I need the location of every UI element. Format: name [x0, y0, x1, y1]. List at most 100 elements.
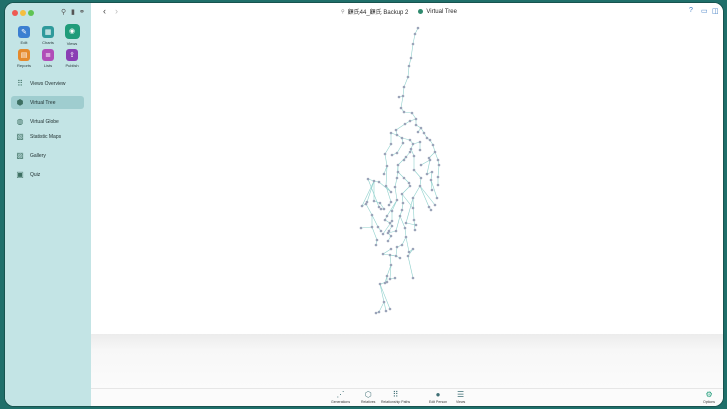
person-node[interactable] [408, 119, 412, 123]
person-node[interactable] [436, 158, 440, 162]
person-node[interactable] [411, 142, 415, 146]
charts-button[interactable]: ▦ Charts [36, 26, 60, 45]
person-node[interactable] [400, 208, 404, 212]
person-node[interactable] [414, 117, 418, 121]
relatives-button[interactable]: ⬡ Relatives [361, 390, 375, 404]
person-node[interactable] [407, 64, 411, 68]
person-node[interactable] [422, 131, 426, 135]
person-node[interactable] [377, 205, 381, 209]
sidebar-item-virtual-globe[interactable]: ◍ Virtual Globe [11, 115, 84, 128]
sidebar-item-quiz[interactable]: ▣ Quiz [11, 168, 84, 181]
person-node[interactable] [389, 263, 393, 267]
person-node[interactable] [398, 214, 402, 218]
person-node[interactable] [374, 243, 378, 247]
person-node[interactable] [382, 207, 386, 211]
person-node[interactable] [372, 199, 376, 203]
generations-button[interactable]: ⋰ Generations [331, 390, 350, 404]
person-node[interactable] [389, 200, 393, 204]
person-node[interactable] [377, 310, 381, 314]
person-node[interactable] [428, 138, 432, 142]
person-node[interactable] [433, 150, 437, 154]
person-node[interactable] [418, 148, 422, 152]
person-node[interactable] [430, 188, 434, 192]
sidebar-item-views-overview[interactable]: ⠿ Views Overview [11, 77, 84, 90]
person-node[interactable] [389, 247, 393, 251]
person-node[interactable] [393, 276, 397, 280]
person-node[interactable] [395, 198, 399, 202]
person-node[interactable] [395, 133, 399, 137]
person-node[interactable] [406, 254, 410, 258]
person-node[interactable] [414, 223, 418, 227]
person-node[interactable] [425, 136, 429, 140]
views-button[interactable]: ◉ Views [60, 24, 84, 46]
person-node[interactable] [411, 196, 415, 200]
person-node[interactable] [402, 158, 406, 162]
person-node[interactable] [381, 252, 385, 256]
person-node[interactable] [387, 203, 391, 207]
person-node[interactable] [395, 176, 399, 180]
person-node[interactable] [381, 232, 385, 236]
person-node[interactable] [360, 204, 364, 208]
person-node[interactable] [379, 229, 383, 233]
person-node[interactable] [411, 247, 415, 251]
person-node[interactable] [389, 142, 393, 146]
person-node[interactable] [407, 181, 411, 185]
tag-icon[interactable]: ⚲ [61, 9, 66, 17]
person-node[interactable] [399, 106, 403, 110]
person-node[interactable] [412, 168, 416, 172]
person-node[interactable] [393, 185, 397, 189]
inspector-toggle-icon[interactable]: ◫ [712, 7, 719, 15]
person-node[interactable] [370, 225, 374, 229]
person-node[interactable] [402, 110, 406, 114]
person-node[interactable] [404, 221, 408, 225]
person-node[interactable] [411, 206, 415, 210]
person-node[interactable] [379, 207, 383, 211]
person-node[interactable] [383, 218, 387, 222]
person-node[interactable] [404, 235, 408, 239]
person-node[interactable] [403, 122, 407, 126]
person-node[interactable] [388, 277, 392, 281]
person-node[interactable] [388, 221, 392, 225]
person-node[interactable] [370, 213, 374, 217]
forward-icon[interactable]: › [115, 6, 118, 16]
person-node[interactable] [390, 224, 394, 228]
person-node[interactable] [386, 239, 390, 243]
virtual-tree-canvas[interactable] [91, 20, 723, 334]
person-node[interactable] [384, 309, 388, 313]
person-node[interactable] [390, 153, 394, 157]
person-node[interactable] [377, 180, 381, 184]
person-node[interactable] [400, 243, 404, 247]
person-node[interactable] [389, 190, 393, 194]
person-node[interactable] [408, 150, 412, 154]
person-node[interactable] [376, 225, 380, 229]
person-node[interactable] [436, 183, 440, 187]
person-node[interactable] [431, 143, 435, 147]
person-node[interactable] [390, 219, 394, 223]
person-node[interactable] [409, 56, 413, 60]
person-node[interactable] [385, 274, 389, 278]
edit-person-button[interactable]: ● Edit Person [429, 390, 447, 404]
person-node[interactable] [389, 234, 393, 238]
person-search-icon[interactable]: ⚭ [79, 9, 85, 17]
person-node[interactable] [387, 229, 391, 233]
person-node[interactable] [375, 238, 379, 242]
person-node[interactable] [383, 281, 387, 285]
person-node[interactable] [413, 228, 417, 232]
edit-button[interactable]: ✎ Edit [12, 26, 36, 45]
person-node[interactable] [433, 203, 437, 207]
views-toolbar-button[interactable]: ☰ Views [456, 390, 465, 404]
person-node[interactable] [359, 226, 363, 230]
person-node[interactable] [404, 155, 408, 159]
person-node[interactable] [408, 138, 412, 142]
reports-button[interactable]: ▤ Reports [12, 49, 36, 68]
person-node[interactable] [385, 214, 389, 218]
person-node[interactable] [407, 250, 411, 254]
person-node[interactable] [412, 218, 416, 222]
person-node[interactable] [383, 152, 387, 156]
person-node[interactable] [435, 196, 439, 200]
person-node[interactable] [385, 164, 389, 168]
person-node[interactable] [366, 177, 370, 181]
person-node[interactable] [412, 154, 416, 158]
person-node[interactable] [402, 176, 406, 180]
person-node[interactable] [425, 172, 429, 176]
